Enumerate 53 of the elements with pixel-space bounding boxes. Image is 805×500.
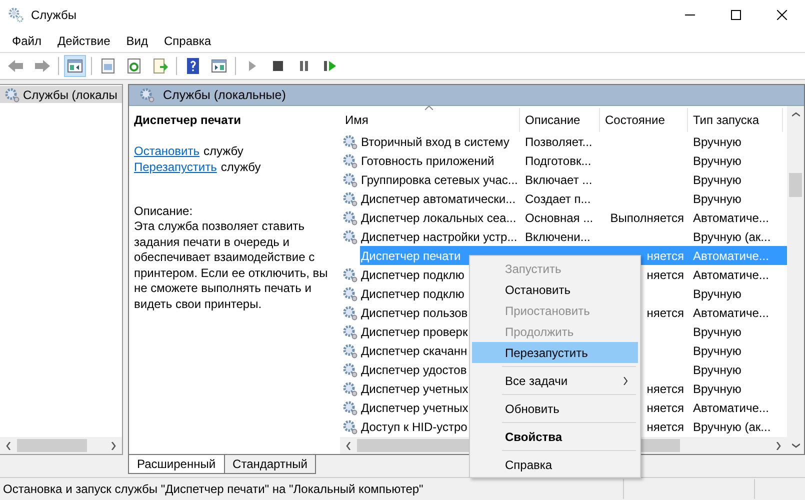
startup-type-cell: Вручную	[693, 286, 742, 300]
startup-type-cell: Вручную	[693, 324, 742, 338]
description-cell: Включени...	[525, 230, 590, 244]
state-cell: няется	[646, 400, 684, 414]
service-name-cell: Диспетчер автоматически...	[361, 192, 516, 206]
state-cell: няется	[646, 306, 684, 320]
window-title: Службы	[31, 8, 76, 22]
service-name-cell: Диспетчер пользов	[361, 306, 468, 320]
service-name-cell: Диспетчер локальных сеа...	[361, 210, 516, 224]
service-name-cell: Диспетчер учетных	[361, 400, 468, 414]
startup-type-cell: Вручную	[693, 362, 742, 376]
startup-type-cell: Вручную	[693, 192, 742, 206]
service-name-cell: Доступ к HID-устро	[361, 420, 468, 434]
service-name-cell: Диспетчер подклю	[361, 286, 464, 300]
description-cell: Подготовк...	[525, 154, 592, 168]
startup-type-cell: Автоматиче...	[693, 400, 769, 414]
action-text: службу	[204, 143, 244, 159]
description-label: Описание:	[134, 204, 194, 219]
service-name-cell: Группировка сетевых учас...	[361, 172, 518, 186]
panel-title: Службы (локальные)	[163, 88, 286, 102]
service-name-cell: Диспетчер учетных	[361, 382, 468, 396]
startup-type-cell: Автоматиче...	[693, 210, 769, 224]
state-cell: Выполняется	[610, 210, 684, 224]
service-name-cell: Готовность приложений	[361, 154, 494, 168]
startup-type-cell: Вручную	[693, 172, 742, 186]
startup-type-cell: Вручную (ак...	[693, 420, 771, 434]
startup-type-cell: Автоматиче...	[693, 306, 769, 320]
action-text: службу	[220, 159, 261, 175]
status-text: Остановка и запуск службы "Диспетчер печати" на "Локальный компьютер"	[2, 482, 424, 496]
state-cell: няется	[646, 420, 684, 434]
state-cell: няется	[646, 268, 684, 282]
state-cell: няется	[646, 248, 684, 262]
startup-type-cell: Вручную	[693, 154, 742, 168]
service-name-cell: Диспетчер печати	[361, 248, 461, 262]
service-name-cell: Диспетчер скачанн	[361, 344, 468, 358]
startup-type-cell: Вручную	[693, 382, 742, 396]
service-name-cell: Диспетчер проверк	[361, 324, 468, 338]
state-cell: няется	[646, 382, 684, 396]
description-cell: Позволяет...	[525, 134, 592, 148]
startup-type-cell: Вручную (ак...	[693, 230, 771, 244]
service-name-cell: Диспетчер настройки устр...	[361, 230, 518, 244]
service-name-cell: Диспетчер подклю	[361, 268, 464, 282]
service-name: Диспетчер печати	[134, 113, 242, 129]
description-cell: Включает ...	[525, 172, 592, 186]
service-name-cell: Диспетчер удостов	[361, 362, 467, 376]
startup-type-cell: Автоматиче...	[693, 268, 769, 282]
description-cell: Основная ...	[525, 210, 594, 224]
description-cell: Создает п...	[525, 192, 591, 206]
startup-type-cell: Вручную	[693, 344, 742, 358]
startup-type-cell: Вручную	[693, 134, 742, 148]
description-text: Эта служба позволяет ставить задания печати в очередь и обеспечивает взаимодействие с принтером. Если ее отключить, вы не сможете выполнять печать и видеть свои принтеры.	[134, 219, 329, 312]
startup-type-cell: Автоматиче...	[693, 248, 769, 262]
service-name-cell: Вторичный вход в систему	[361, 134, 510, 148]
